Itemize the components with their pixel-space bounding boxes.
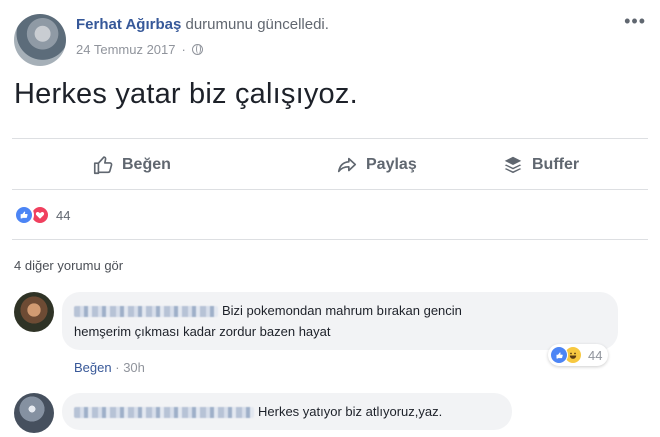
divider	[12, 138, 648, 139]
like-button-label: Beğen	[122, 156, 171, 173]
post-meta: 24 Temmuz 2017 ·	[76, 42, 203, 57]
comment-bubble: Bizi pokemondan mahrum bırakan gencin he…	[62, 292, 618, 350]
divider	[12, 239, 648, 240]
author-avatar[interactable]	[14, 14, 66, 66]
commenter-avatar[interactable]	[14, 292, 54, 332]
post-date[interactable]: 24 Temmuz 2017	[76, 42, 176, 57]
comment-text: Herkes yatıyor biz atlıyoruz,yaz.	[258, 404, 443, 419]
comment-timestamp[interactable]: 30h	[123, 360, 145, 375]
buffer-stack-icon	[504, 156, 522, 174]
share-arrow-icon	[337, 157, 357, 173]
comment-reactions[interactable]: 44	[548, 344, 609, 366]
like-reaction-icon	[550, 346, 568, 364]
action-bar: Beğen Paylaş Buffer	[0, 142, 660, 188]
reactions-summary[interactable]: 44	[14, 204, 70, 226]
like-reaction-icon	[14, 205, 34, 225]
commenter-avatar[interactable]	[14, 393, 54, 433]
more-horizontal-icon[interactable]: •••	[624, 12, 646, 30]
buffer-button[interactable]: Buffer	[502, 150, 579, 180]
meta-separator: ·	[181, 42, 186, 57]
comment-text-line-1: Bizi pokemondan mahrum bırakan gencin	[222, 303, 462, 318]
comment-reaction-count: 44	[588, 347, 603, 363]
share-button[interactable]: Paylaş	[336, 150, 417, 180]
view-more-comments-link[interactable]: 4 diğer yorumu gör	[14, 258, 123, 273]
author-name[interactable]: Ferhat Ağırbaş	[76, 16, 181, 33]
globe-icon[interactable]	[191, 44, 203, 55]
divider	[12, 189, 648, 190]
comment-like-link[interactable]: Beğen	[74, 360, 112, 375]
reaction-count: 44	[56, 207, 71, 223]
buffer-button-label: Buffer	[532, 156, 580, 173]
like-button[interactable]: Beğen	[92, 150, 171, 180]
comment-text-line-2: hemşerim çıkması kadar zordur bazen haya…	[74, 324, 331, 339]
share-button-label: Paylaş	[366, 156, 417, 173]
author-action: durumunu güncelledi.	[185, 16, 329, 33]
comment-actions: Beğen · 30h	[74, 360, 145, 375]
comment: Bizi pokemondan mahrum bırakan gencin he…	[14, 292, 646, 384]
post-header: Ferhat Ağırbaş durumunu güncelledi. 24 T…	[14, 12, 646, 66]
blurred-commenter-name[interactable]	[74, 407, 254, 419]
comment-bubble: Herkes yatıyor biz atlıyoruz,yaz.	[62, 393, 512, 430]
author-line: Ferhat Ağırbaş durumunu güncelledi.	[76, 16, 329, 33]
comment-separator: ·	[115, 360, 120, 375]
comment: Herkes yatıyor biz atlıyoruz,yaz.	[14, 393, 646, 437]
blurred-commenter-name[interactable]	[74, 306, 218, 318]
thumbs-up-icon	[93, 156, 113, 175]
post-text: Herkes yatar biz çalışıyoz.	[14, 78, 358, 110]
